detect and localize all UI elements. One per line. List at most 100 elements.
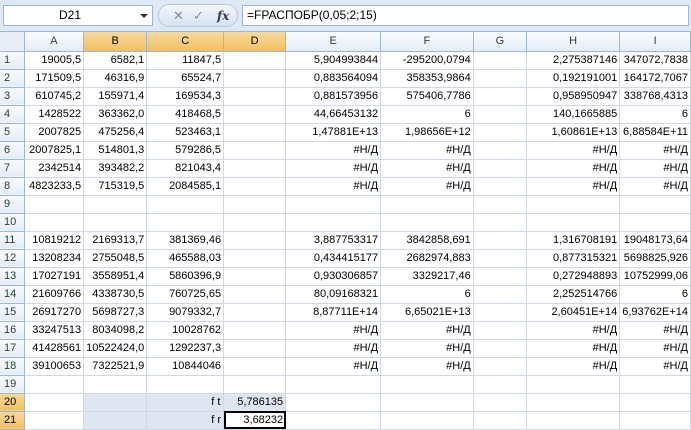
cell-f4[interactable]: 6 (380, 105, 474, 124)
cell-g3[interactable] (473, 87, 528, 106)
cell-a20[interactable] (24, 393, 85, 412)
cell-a15[interactable]: 26917270 (24, 303, 85, 322)
cell-g13[interactable] (473, 267, 528, 286)
cell-e18[interactable]: #Н/Д (285, 357, 382, 376)
cell-b20[interactable] (83, 393, 148, 412)
cell-d5[interactable] (223, 123, 287, 142)
cell-d3[interactable] (223, 87, 287, 106)
row-header-4[interactable]: 4 (0, 105, 25, 124)
cell-h19[interactable] (526, 375, 621, 394)
cell-f15[interactable]: 6,65021E+13 (380, 303, 474, 322)
cell-i17[interactable]: #Н/Д (619, 339, 691, 358)
enter-icon[interactable]: ✓ (193, 8, 204, 24)
cell-d11[interactable] (223, 231, 287, 250)
cell-e3[interactable]: 0,881573956 (285, 87, 382, 106)
cell-b13[interactable]: 3558951,4 (83, 267, 148, 286)
cell-e5[interactable]: 1,47881E+13 (285, 123, 382, 142)
cell-i4[interactable]: 6 (619, 105, 691, 124)
column-header-b[interactable]: B (83, 32, 148, 52)
cell-f5[interactable]: 1,98656E+12 (380, 123, 474, 142)
cell-h9[interactable] (526, 195, 621, 214)
cell-f12[interactable]: 2682974,883 (380, 249, 474, 268)
cell-i1[interactable]: 347072,7838 (619, 51, 691, 70)
cell-d20[interactable]: 5,786135 (223, 393, 287, 412)
cell-h5[interactable]: 1,60861E+13 (526, 123, 621, 142)
cell-h11[interactable]: 1,316708191 (526, 231, 621, 250)
cell-g12[interactable] (473, 249, 528, 268)
cell-f10[interactable] (380, 213, 474, 232)
row-header-2[interactable]: 2 (0, 69, 25, 88)
column-header-h[interactable]: H (526, 32, 621, 52)
cell-h14[interactable]: 2,252514766 (526, 285, 621, 304)
cell-h16[interactable]: #Н/Д (526, 321, 621, 340)
cell-d7[interactable] (223, 159, 287, 178)
cell-d1[interactable] (223, 51, 287, 70)
cell-i18[interactable]: #Н/Д (619, 357, 691, 376)
cell-h15[interactable]: 2,60451E+14 (526, 303, 621, 322)
cell-e7[interactable]: #Н/Д (285, 159, 382, 178)
cell-f16[interactable]: #Н/Д (380, 321, 474, 340)
cell-b2[interactable]: 46316,9 (83, 69, 148, 88)
fx-icon[interactable]: fx (217, 8, 229, 24)
select-all-corner[interactable] (0, 32, 25, 52)
cell-b11[interactable]: 2169313,7 (83, 231, 148, 250)
cell-f20[interactable] (380, 393, 474, 412)
cell-e16[interactable]: #Н/Д (285, 321, 382, 340)
cell-b6[interactable]: 514801,3 (83, 141, 148, 160)
cell-f17[interactable]: #Н/Д (380, 339, 474, 358)
cell-b8[interactable]: 715319,5 (83, 177, 148, 196)
chevron-down-icon[interactable] (140, 14, 148, 18)
cell-f1[interactable]: -295200,0794 (380, 51, 474, 70)
cell-e4[interactable]: 44,66453132 (285, 105, 382, 124)
cell-i7[interactable]: #Н/Д (619, 159, 691, 178)
cell-a8[interactable]: 4823233,5 (24, 177, 85, 196)
cell-d8[interactable] (223, 177, 287, 196)
cell-i19[interactable] (619, 375, 691, 394)
name-box[interactable]: D21 (3, 5, 153, 26)
cell-g18[interactable] (473, 357, 528, 376)
cell-i9[interactable] (619, 195, 691, 214)
cell-f11[interactable]: 3842858,691 (380, 231, 474, 250)
cell-i16[interactable]: #Н/Д (619, 321, 691, 340)
cell-i6[interactable]: #Н/Д (619, 141, 691, 160)
cell-g6[interactable] (473, 141, 528, 160)
cell-f18[interactable]: #Н/Д (380, 357, 474, 376)
cell-c21[interactable]: f r (146, 411, 225, 430)
cell-d4[interactable] (223, 105, 287, 124)
cell-e6[interactable]: #Н/Д (285, 141, 382, 160)
cell-e13[interactable]: 0,930306857 (285, 267, 382, 286)
cell-h8[interactable]: #Н/Д (526, 177, 621, 196)
cell-c3[interactable]: 169534,3 (146, 87, 225, 106)
cell-b5[interactable]: 475256,4 (83, 123, 148, 142)
cell-e1[interactable]: 5,904993844 (285, 51, 382, 70)
cell-f21[interactable] (380, 411, 474, 430)
cell-g21[interactable] (473, 411, 528, 430)
cell-a14[interactable]: 21609766 (24, 285, 85, 304)
cell-g15[interactable] (473, 303, 528, 322)
cell-c14[interactable]: 760725,65 (146, 285, 225, 304)
cell-i2[interactable]: 164172,7067 (619, 69, 691, 88)
row-header-10[interactable]: 10 (0, 213, 25, 232)
row-header-20[interactable]: 20 (0, 393, 25, 412)
cell-a16[interactable]: 33247513 (24, 321, 85, 340)
cell-b3[interactable]: 155971,4 (83, 87, 148, 106)
cell-i3[interactable]: 338768,4313 (619, 87, 691, 106)
cancel-icon[interactable]: ✕ (173, 8, 184, 24)
cell-d9[interactable] (223, 195, 287, 214)
row-header-17[interactable]: 17 (0, 339, 25, 358)
cell-a4[interactable]: 1428522 (24, 105, 85, 124)
cell-d16[interactable] (223, 321, 287, 340)
cell-c15[interactable]: 9079332,7 (146, 303, 225, 322)
cell-d14[interactable] (223, 285, 287, 304)
cell-i21[interactable] (619, 411, 691, 430)
cell-f8[interactable]: #Н/Д (380, 177, 474, 196)
cell-g1[interactable] (473, 51, 528, 70)
cell-c11[interactable]: 381369,46 (146, 231, 225, 250)
cell-d15[interactable] (223, 303, 287, 322)
cell-h18[interactable]: #Н/Д (526, 357, 621, 376)
cell-a19[interactable] (24, 375, 85, 394)
cell-a10[interactable] (24, 213, 85, 232)
cell-f13[interactable]: 3329217,46 (380, 267, 474, 286)
row-header-13[interactable]: 13 (0, 267, 25, 286)
row-header-6[interactable]: 6 (0, 141, 25, 160)
